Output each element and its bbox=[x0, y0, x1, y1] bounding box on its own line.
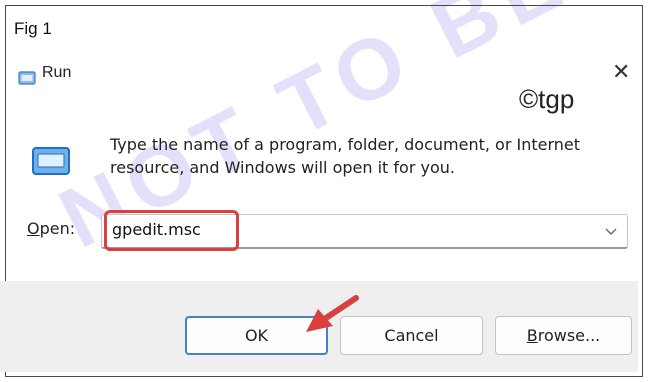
run-icon bbox=[18, 71, 36, 85]
run-app-icon bbox=[32, 147, 70, 175]
cancel-button[interactable]: Cancel bbox=[340, 316, 483, 355]
input-highlight-annotation bbox=[104, 210, 239, 251]
browse-mnemonic: B bbox=[526, 326, 538, 345]
browse-label: rowse... bbox=[537, 326, 601, 345]
ok-button[interactable]: OK bbox=[185, 316, 328, 355]
window-title: Run bbox=[42, 64, 72, 81]
open-label-text: pen: bbox=[39, 219, 76, 238]
dialog-description: Type the name of a program, folder, docu… bbox=[110, 135, 581, 177]
open-label-mnemonic: O bbox=[27, 219, 40, 238]
open-label: Open: bbox=[27, 219, 75, 238]
browse-button[interactable]: Browse... bbox=[495, 316, 632, 355]
chevron-down-icon[interactable] bbox=[604, 221, 618, 241]
close-icon[interactable]: ✕ bbox=[612, 61, 630, 85]
copyright-mark: ©tgp bbox=[519, 84, 575, 114]
figure-label: Fig 1 bbox=[14, 19, 52, 38]
